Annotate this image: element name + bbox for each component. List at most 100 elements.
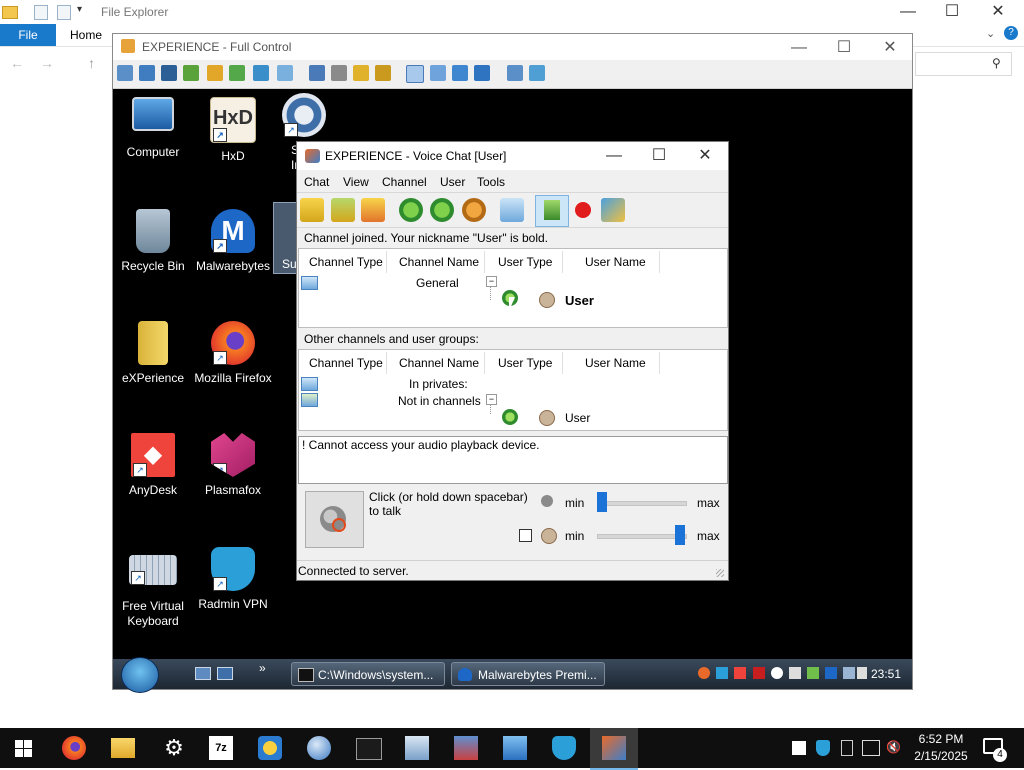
tray-shield-icon[interactable] xyxy=(716,667,728,679)
key-icon[interactable] xyxy=(375,65,391,81)
lock-icon[interactable] xyxy=(353,65,369,81)
close-button[interactable]: ✕ xyxy=(983,2,1013,22)
globe-icon[interactable] xyxy=(307,736,331,760)
tab-home[interactable]: Home xyxy=(70,28,102,42)
channel-settings-icon[interactable] xyxy=(331,198,355,222)
user-online-icon[interactable] xyxy=(502,409,518,425)
windows-start-icon[interactable] xyxy=(15,740,32,757)
search-input[interactable]: ⚲ xyxy=(915,52,1012,76)
mic-volume-slider[interactable] xyxy=(597,492,687,514)
tray-anydesk-icon[interactable] xyxy=(734,667,746,679)
add-user-icon[interactable] xyxy=(399,198,423,222)
column-header-user-type[interactable]: User Type xyxy=(498,356,552,370)
taskbar-button-malwarebytes[interactable]: Malwarebytes Premi... xyxy=(451,662,605,686)
tray-volume-muted-icon[interactable] xyxy=(857,667,867,679)
tray-firefox-icon[interactable] xyxy=(698,667,710,679)
join-channel-icon[interactable] xyxy=(300,198,324,222)
channel-name-not-in-channels[interactable]: Not in channels xyxy=(398,394,481,408)
close-button[interactable]: ✕ xyxy=(690,146,720,166)
minimize-button[interactable]: — xyxy=(599,146,629,166)
desktop-icon-keyboard[interactable]: ↗ Free Virtual Keyboard xyxy=(113,555,193,629)
remote-icon[interactable] xyxy=(503,736,527,760)
screen-icon[interactable] xyxy=(117,65,133,81)
column-header-channel-name[interactable]: Channel Name xyxy=(399,255,479,269)
computer-icon[interactable] xyxy=(405,736,429,760)
column-header-user-name[interactable]: User Name xyxy=(585,255,646,269)
desktop-icon-plasmafox[interactable]: ↗ Plasmafox xyxy=(193,433,273,498)
back-icon[interactable]: ← xyxy=(10,55,24,71)
menu-tools[interactable]: Tools xyxy=(477,175,505,189)
tab-file[interactable]: File xyxy=(0,24,56,46)
tray-network-icon[interactable] xyxy=(862,740,880,756)
other-channels-list[interactable]: Channel Type Channel Name User Type User… xyxy=(298,349,728,431)
column-header-channel-type[interactable]: Channel Type xyxy=(309,255,383,269)
experience-active-app[interactable] xyxy=(590,728,638,770)
tray-box-icon[interactable] xyxy=(841,740,853,756)
maximize-button[interactable]: ☐ xyxy=(644,146,674,166)
scale-icon[interactable] xyxy=(474,65,490,81)
start-button[interactable] xyxy=(121,657,159,693)
menu-channel[interactable]: Channel xyxy=(382,175,427,189)
quick-access-dropdown-icon[interactable]: ▾ xyxy=(77,4,82,15)
network-icon[interactable] xyxy=(258,736,282,760)
phone-icon[interactable] xyxy=(253,65,269,81)
properties-icon[interactable] xyxy=(34,5,48,20)
tools-icon[interactable] xyxy=(529,65,545,81)
cmd-icon[interactable] xyxy=(356,738,382,760)
desktop-icon-computer[interactable]: Computer xyxy=(113,97,193,160)
transfer-icon[interactable] xyxy=(183,65,199,81)
leave-channel-icon[interactable] xyxy=(361,198,385,222)
fit-screen-icon[interactable] xyxy=(430,65,446,81)
tray-signal-icon[interactable] xyxy=(807,667,819,679)
settings-icon[interactable]: ⚙ xyxy=(162,736,186,760)
quicklaunch-chevron[interactable]: » xyxy=(259,661,266,675)
column-header-user-type[interactable]: User Type xyxy=(498,255,552,269)
monitor-icon[interactable] xyxy=(139,65,155,81)
user-name-current[interactable]: User xyxy=(565,293,594,308)
speaker-slider-thumb[interactable] xyxy=(675,525,685,545)
maximize-button[interactable]: ☐ xyxy=(829,38,859,58)
window-mode-icon[interactable] xyxy=(406,65,424,83)
message-icon[interactable] xyxy=(277,65,293,81)
message-icon[interactable] xyxy=(500,198,524,222)
radmin-icon[interactable] xyxy=(552,736,576,760)
desktop-icon-radmin-vpn[interactable]: ↗ Radmin VPN xyxy=(193,547,273,612)
column-header-channel-name[interactable]: Channel Name xyxy=(399,356,479,370)
channel-list[interactable]: Channel Type Channel Name User Type User… xyxy=(298,248,728,328)
alert-icon[interactable] xyxy=(207,65,223,81)
desktop-icon-firefox[interactable]: ↗ Mozilla Firefox xyxy=(193,321,273,386)
network-icon[interactable] xyxy=(331,65,347,81)
minimize-button[interactable]: — xyxy=(893,2,923,22)
close-button[interactable]: ✕ xyxy=(875,38,905,58)
new-folder-icon[interactable] xyxy=(57,5,71,20)
forward-icon[interactable]: → xyxy=(40,55,54,71)
tray-malwarebytes-icon[interactable] xyxy=(825,667,837,679)
user-info-icon[interactable] xyxy=(430,198,454,222)
user-name[interactable]: User xyxy=(565,411,590,425)
mute-checkbox[interactable] xyxy=(519,529,532,542)
resize-grip[interactable] xyxy=(716,569,724,577)
upload-icon[interactable] xyxy=(309,65,325,81)
console-icon[interactable] xyxy=(161,65,177,81)
tray-gpu-icon[interactable] xyxy=(753,667,765,679)
chevron-down-icon[interactable]: ⌄ xyxy=(986,27,995,40)
maximize-button[interactable]: ☐ xyxy=(937,2,967,22)
desktop-icon-anydesk[interactable]: ◆ ↗ AnyDesk xyxy=(113,433,193,498)
tray-check-icon[interactable] xyxy=(789,667,801,679)
control-panel-icon[interactable] xyxy=(454,736,478,760)
file-explorer-icon[interactable] xyxy=(111,738,135,758)
tools-icon[interactable] xyxy=(601,198,625,222)
desktop-icon-experience[interactable]: eXPerience xyxy=(113,321,193,386)
tray-white-square-icon[interactable] xyxy=(792,741,806,755)
multi-monitor-icon[interactable] xyxy=(507,65,523,81)
column-header-user-name[interactable]: User Name xyxy=(585,356,646,370)
menu-chat[interactable]: Chat xyxy=(304,175,329,189)
chat-icon[interactable] xyxy=(229,65,245,81)
taskbar-button-cmd[interactable]: C:\Windows\system... xyxy=(291,662,445,686)
speaker-volume-slider[interactable] xyxy=(597,525,687,547)
help-icon[interactable]: ? xyxy=(1004,26,1018,40)
desktop-icon-malwarebytes[interactable]: M ↗ Malwarebytes xyxy=(193,209,273,274)
tray-network-icon[interactable] xyxy=(843,667,855,679)
channel-name-in-privates[interactable]: In privates: xyxy=(409,377,468,391)
user-mute-icon[interactable] xyxy=(462,198,486,222)
